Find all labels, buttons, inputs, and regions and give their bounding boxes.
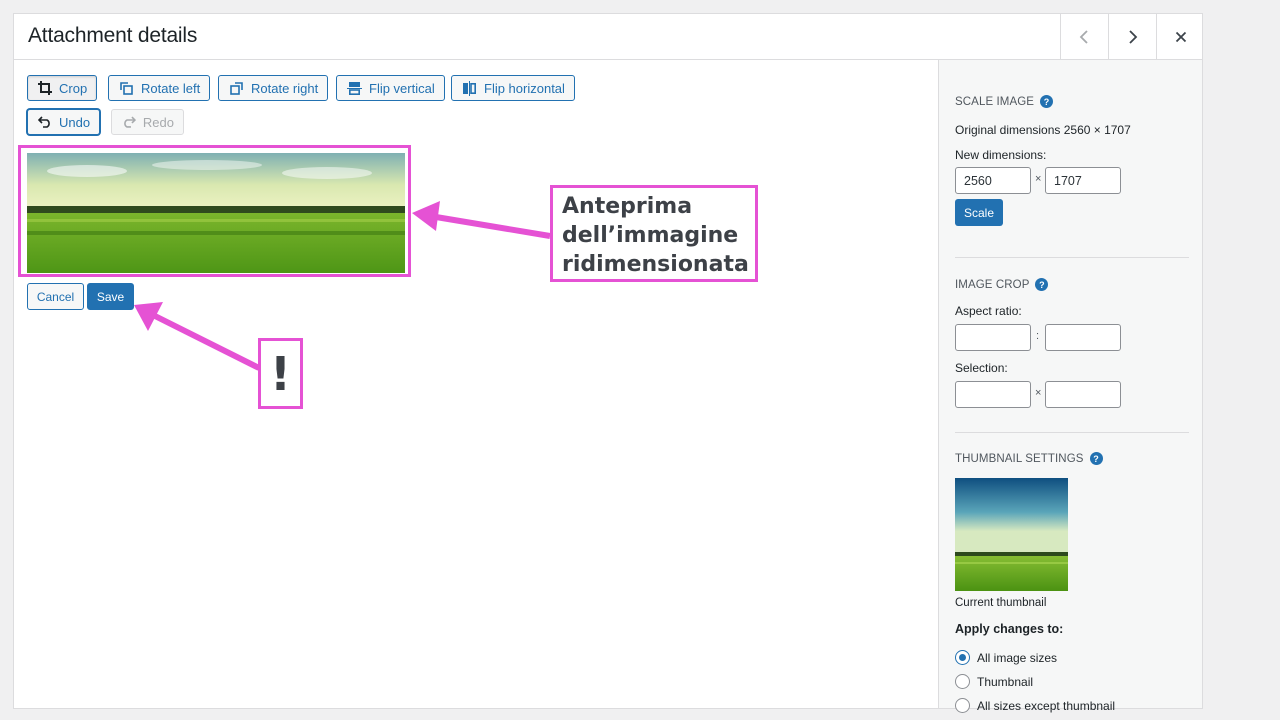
radio-button[interactable] [955,650,970,665]
rotate-left-button[interactable]: Rotate left [108,75,211,101]
flip-horizontal-icon [463,80,476,96]
crop-icon [38,81,52,95]
radio-label: All sizes except thumbnail [977,698,1116,713]
preview-annotation-label: Anteprima dell’immagine ridimensionata [550,185,758,282]
original-dimensions: Original dimensions 2560 × 1707 [955,123,1131,137]
section-divider [955,432,1189,433]
radio-label: All image sizes [977,650,1058,665]
scale-image-heading: Scale Image ? [955,95,1054,108]
scale-height-input[interactable]: 1707 [1045,167,1121,194]
flip-vertical-button[interactable]: Flip vertical [336,75,445,101]
rotate-right-label: Rotate right [251,80,319,96]
modal-title: Attachment details [28,24,198,47]
radio-label: Thumbnail [977,674,1034,689]
next-button[interactable] [1108,14,1156,59]
selection-separator: × [1035,387,1042,399]
flip-horizontal-button[interactable]: Flip horizontal [451,75,575,101]
scale-button[interactable]: Scale [955,199,1003,226]
crop-button[interactable]: Crop [27,75,98,101]
aspect-ratio-label: Aspect ratio: [955,304,1022,318]
rotate-right-icon [230,81,243,95]
save-annotation-exclamation: ! [258,338,303,409]
thumbnail-settings-heading: Thumbnail Settings ? [955,452,1103,465]
radio-button[interactable] [955,674,970,689]
radio-all-image-sizes[interactable]: All image sizes [955,650,1057,665]
aspect-ratio-height-input[interactable] [1045,324,1121,351]
selection-width-input[interactable] [955,381,1031,408]
help-icon[interactable]: ? [1089,452,1103,465]
selection-label: Selection: [955,361,1008,375]
image-crop-title: Image Crop [955,278,1030,291]
image-settings-sidebar: Scale Image ? Original dimensions 2560 ×… [938,60,1202,713]
rotate-left-label: Rotate left [141,80,201,96]
radio-thumbnail[interactable]: Thumbnail [955,674,1033,689]
dimension-separator: × [1035,173,1042,185]
apply-changes-label: Apply changes to: [955,622,1064,636]
redo-button[interactable]: Redo [111,109,184,135]
chevron-left-icon [1079,29,1088,44]
flip-vertical-icon [347,81,362,95]
current-thumbnail-caption: Current thumbnail [955,597,1047,609]
help-icon[interactable]: ? [1040,95,1054,108]
cancel-button[interactable]: Cancel [27,283,84,310]
aspect-ratio-width-input[interactable] [955,324,1031,351]
help-icon[interactable]: ? [1035,278,1049,291]
current-thumbnail-image [955,478,1068,591]
section-divider [955,257,1189,258]
flip-horizontal-label: Flip horizontal [484,80,565,96]
selection-height-input[interactable] [1045,381,1121,408]
landscape-thumbnail-image [955,478,1068,591]
undo-button[interactable]: Undo [27,109,101,135]
radio-all-except-thumbnail[interactable]: All sizes except thumbnail [955,698,1115,713]
redo-label: Redo [142,114,174,130]
scale-width-input[interactable]: 2560 [955,167,1031,194]
flip-vertical-label: Flip vertical [369,80,435,96]
thumbnail-settings-title: Thumbnail Settings [955,452,1084,465]
aspect-separator: : [1036,330,1040,342]
preview-highlight-frame [18,145,411,277]
close-button[interactable] [1156,14,1204,59]
attachment-details-modal: Attachment details Crop Rotate left Rota… [13,13,1203,713]
rotate-left-icon [120,81,133,95]
image-crop-heading: Image Crop ? [955,278,1049,291]
chevron-right-icon [1128,29,1137,44]
undo-icon [38,116,50,128]
radio-button[interactable] [955,698,970,713]
scale-image-title: Scale Image [955,95,1035,108]
redo-icon [124,116,136,128]
previous-button[interactable] [1060,14,1108,59]
new-dimensions-label: New dimensions: [955,148,1047,162]
save-button[interactable]: Save [87,283,134,310]
undo-label: Undo [59,114,91,130]
modal-header: Attachment details [14,14,1202,60]
crop-label: Crop [59,80,88,96]
close-icon [1175,31,1186,42]
rotate-right-button[interactable]: Rotate right [218,75,329,101]
